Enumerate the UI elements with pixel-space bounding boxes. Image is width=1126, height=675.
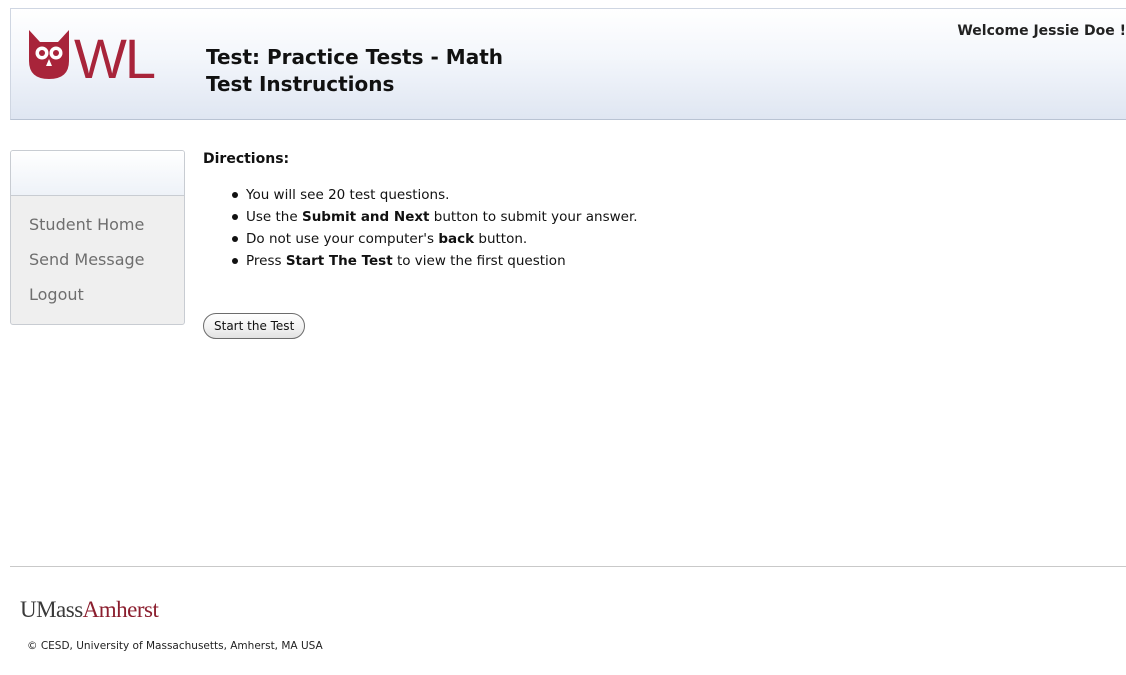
header-banner: WL Test: Practice Tests - Math Test Inst…: [10, 8, 1126, 120]
direction-text: Do not use your computer's: [246, 231, 439, 247]
direction-emphasis: back: [438, 231, 475, 247]
bullet-icon: [232, 192, 238, 198]
directions-list: You will see 20 test questions. Use the …: [203, 184, 1103, 272]
direction-text: Press: [246, 253, 286, 269]
sidebar-item-send-message[interactable]: Send Message: [11, 242, 184, 277]
bullet-icon: [232, 258, 238, 264]
owl-logo: WL: [29, 27, 157, 83]
direction-text: button to submit your answer.: [429, 209, 638, 225]
page-heading: Test: Practice Tests - Math Test Instruc…: [206, 44, 503, 98]
start-test-button[interactable]: Start the Test: [203, 313, 306, 339]
direction-text: Use the: [246, 209, 302, 225]
direction-text: to view the first question: [392, 253, 566, 269]
test-title: Test: Practice Tests - Math: [206, 45, 503, 69]
sidebar-header: [11, 151, 184, 196]
directions-heading: Directions:: [203, 151, 290, 167]
sidebar-item-logout[interactable]: Logout: [11, 277, 184, 312]
umass-amherst-logo: UMassAmherst: [20, 596, 159, 624]
direction-item: Use the Submit and Next button to submit…: [203, 206, 1103, 228]
direction-item: Press Start The Test to view the first q…: [203, 250, 1103, 272]
sidebar-nav: Student Home Send Message Logout: [10, 150, 185, 325]
welcome-message: Welcome Jessie Doe !: [957, 23, 1126, 39]
direction-item: You will see 20 test questions.: [203, 184, 1103, 206]
page-subtitle: Test Instructions: [206, 72, 395, 96]
footer-divider: [10, 566, 1126, 567]
direction-emphasis: Submit and Next: [301, 209, 430, 225]
bullet-icon: [232, 214, 238, 220]
copyright-notice: © CESD, University of Massachusetts, Amh…: [27, 640, 323, 652]
logo-amherst-text: Amherst: [82, 597, 159, 622]
direction-item: Do not use your computer's back button.: [203, 228, 1103, 250]
direction-emphasis: Start The Test: [285, 253, 393, 269]
direction-text: button.: [474, 231, 528, 247]
sidebar-item-student-home[interactable]: Student Home: [11, 207, 184, 242]
page: WL Test: Practice Tests - Math Test Inst…: [0, 0, 1126, 675]
svg-text:WL: WL: [74, 27, 155, 83]
sidebar-items: Student Home Send Message Logout: [11, 196, 184, 312]
main-content: Directions: You will see 20 test questio…: [203, 150, 1103, 339]
direction-text: You will see 20 test questions.: [246, 187, 450, 203]
logo-umass-text: UMass: [20, 597, 83, 622]
bullet-icon: [232, 236, 238, 242]
